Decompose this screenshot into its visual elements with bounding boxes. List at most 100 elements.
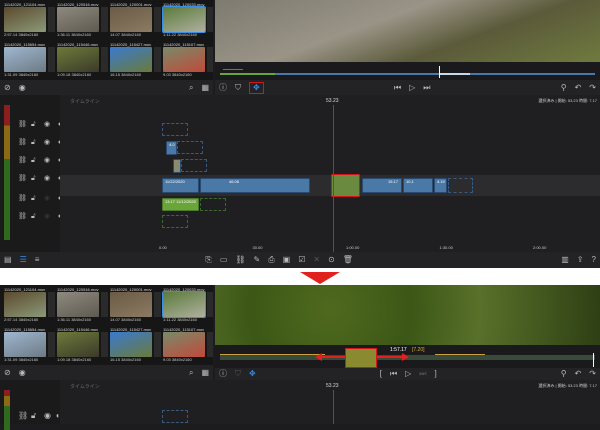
media-thumbnail[interactable]: 11142020_115107.mov 9.03 3840x2160 [163, 42, 213, 80]
lock-icon[interactable]: 🔓︎ [31, 195, 36, 202]
clip-options-icon[interactable] [154, 332, 161, 357]
clip-options-icon[interactable] [154, 7, 161, 32]
share-icon[interactable]: ⇪ [577, 256, 584, 264]
eye-icon[interactable]: ◉ [44, 121, 50, 128]
skip-forward-icon[interactable]: ⏭ [419, 370, 426, 378]
eye-icon[interactable]: ◉ [44, 412, 51, 420]
clip-options-icon[interactable] [207, 7, 213, 32]
clip-options-icon[interactable] [48, 292, 55, 317]
media-thumbnail[interactable]: 11142020_115446.mov 1:09.18 3840x2160 [57, 327, 108, 365]
scrubber-playhead[interactable] [439, 66, 440, 78]
link-icon[interactable]: ⛓ [18, 157, 27, 164]
eye-icon[interactable]: ◉ [44, 213, 50, 220]
media-thumbnail[interactable]: 11142020_115446.mov 1:09.18 3840x2160 [57, 42, 108, 80]
link-icon[interactable]: ⛓ [18, 195, 27, 202]
main-clip-3[interactable]: 15.17 [362, 178, 402, 193]
link-icon[interactable]: ⛓ [18, 213, 27, 220]
link-icon[interactable]: ⛓ [18, 175, 27, 182]
main-clip-4[interactable]: 10.1 [403, 178, 433, 193]
main-clip-2[interactable]: 46.06 [200, 178, 310, 193]
link-icon[interactable]: ⛓ [235, 256, 245, 264]
mark-out-icon[interactable]: ] [435, 370, 437, 378]
checkbox-icon[interactable]: ☑ [298, 256, 305, 264]
undo-icon[interactable]: ↶ [575, 370, 582, 378]
shield-icon[interactable]: ⛉ [235, 370, 241, 378]
mark-in-icon[interactable]: [ [380, 370, 382, 378]
overlay-clip[interactable]: 4.0 [166, 141, 177, 155]
media-thumbnail[interactable]: 11142020_120516.mov 1:36.11 3840x2160 [57, 287, 108, 325]
media-thumbnail[interactable]: 11142020_115654.mov 1:31.09 3840x2160 [4, 327, 55, 365]
target-icon[interactable]: ⊙ [328, 256, 335, 264]
clip-options-icon[interactable] [207, 332, 213, 357]
eye-icon[interactable]: ◉ [44, 139, 50, 146]
lock-icon[interactable]: 🔓︎ [31, 157, 36, 164]
clip-options-icon[interactable] [207, 47, 213, 72]
scrubber-zoomed[interactable]: 1:57.17 [7.20] [215, 345, 600, 368]
undo-icon[interactable]: ↶ [575, 83, 582, 92]
eye-icon[interactable]: ◉ [44, 195, 50, 202]
save-icon[interactable]: ▣ [283, 256, 291, 264]
lock-icon[interactable]: 🔓︎ [31, 121, 36, 128]
selected-range[interactable] [345, 348, 377, 368]
media-thumbnail[interactable]: 11142020_115427.mov 16.15 3840x2160 [110, 42, 161, 80]
redo-icon[interactable]: ↷ [589, 83, 596, 92]
record-icon[interactable]: ◉ [19, 368, 26, 377]
playhead[interactable] [333, 105, 334, 252]
clip-options-icon[interactable] [48, 7, 55, 32]
caption-icon[interactable]: ▭ [220, 256, 228, 264]
filter-icon[interactable]: ▦ [201, 368, 209, 377]
play-icon[interactable]: ▷ [409, 83, 415, 92]
media-thumbnail[interactable]: 11142020_120516.mov 1:36.11 3840x2160 [57, 2, 108, 40]
play-icon[interactable]: ▷ [405, 370, 411, 378]
selected-clip[interactable] [331, 174, 360, 197]
trash-icon[interactable]: 🗑 [343, 256, 353, 264]
move-icon[interactable]: ✥ [249, 370, 256, 378]
search-icon[interactable]: ⌕ [189, 83, 193, 92]
info-icon[interactable]: ⓘ [219, 83, 227, 92]
main-clip-5[interactable]: 4.19 [434, 178, 447, 193]
media-thumbnail[interactable]: 11142020_121104.mov 2:57.14 3840x2160 [4, 2, 55, 40]
clip-options-icon[interactable] [101, 332, 108, 357]
shield-icon[interactable]: ⛉ [235, 83, 241, 92]
link-icon[interactable]: ⛓ [18, 412, 28, 420]
search-icon[interactable]: ⌕ [189, 368, 193, 377]
media-thumbnail[interactable]: 11142020_115427.mov 16.15 3840x2160 [110, 327, 161, 365]
media-thumbnail[interactable]: 11142020_120033.mov 1:11.22 3840x2160 [162, 2, 213, 40]
help-icon[interactable]: ? [592, 256, 596, 264]
layout-icon[interactable]: ▥ [561, 256, 569, 264]
project-icon[interactable]: ▤ [4, 256, 12, 264]
clip-options-icon[interactable] [101, 292, 108, 317]
clip-options-icon[interactable] [154, 47, 161, 72]
skip-forward-icon[interactable]: ⏭ [423, 83, 430, 92]
check-circle-icon[interactable]: ⊘ [4, 368, 11, 377]
skip-back-icon[interactable]: ⏮ [394, 83, 401, 92]
playhead[interactable] [333, 390, 334, 424]
timeline-2[interactable]: タイムライン 53.23 選択済み | 開始: 53.23 時間: 7.17 [60, 380, 600, 424]
lock-icon[interactable]: 🔓︎ [31, 175, 36, 182]
lock-icon[interactable]: 🔓︎ [31, 139, 36, 146]
media-thumbnail[interactable]: 11142020_120001.mov 14.07 3840x2160 [110, 2, 161, 40]
timeline[interactable]: タイムライン 53.23 選択済み | 開始: 53.23 時間: 7.17 4… [60, 95, 600, 252]
eye-icon[interactable]: ◉ [44, 157, 50, 164]
filter-icon[interactable]: ▦ [201, 83, 209, 92]
lock-icon[interactable]: 🔓︎ [31, 412, 36, 420]
record-icon[interactable]: ◉ [19, 83, 26, 92]
eye-icon[interactable]: ◉ [44, 175, 50, 182]
clip-options-icon[interactable] [48, 332, 55, 357]
overlay-clip-2[interactable] [173, 159, 181, 173]
export-frame-icon[interactable]: ⎙ [268, 256, 274, 264]
import-icon[interactable]: ⎘ [205, 256, 211, 264]
link-icon[interactable]: ⛓ [18, 121, 27, 128]
adjust-icon[interactable]: ⚲ [561, 370, 567, 378]
list-view-icon[interactable]: ≡ [35, 256, 40, 264]
info-icon[interactable]: ⓘ [219, 370, 227, 378]
timeline-view-icon[interactable]: ☰ [20, 256, 27, 264]
media-thumbnail[interactable]: 11142020_115107.mov 9.03 3840x2160 [163, 327, 213, 365]
move-icon[interactable]: ✥ [249, 81, 264, 94]
cut-icon[interactable]: ✕ [313, 256, 320, 264]
media-thumbnail[interactable]: 11142020_121104.mov 2:57.14 3840x2160 [4, 287, 55, 325]
media-thumbnail[interactable]: 11142020_120001.mov 14.07 3840x2160 [110, 287, 161, 325]
link-icon[interactable]: ⛓ [18, 139, 27, 146]
clip-options-icon[interactable] [48, 47, 55, 72]
skip-back-icon[interactable]: ⏮ [390, 370, 397, 378]
